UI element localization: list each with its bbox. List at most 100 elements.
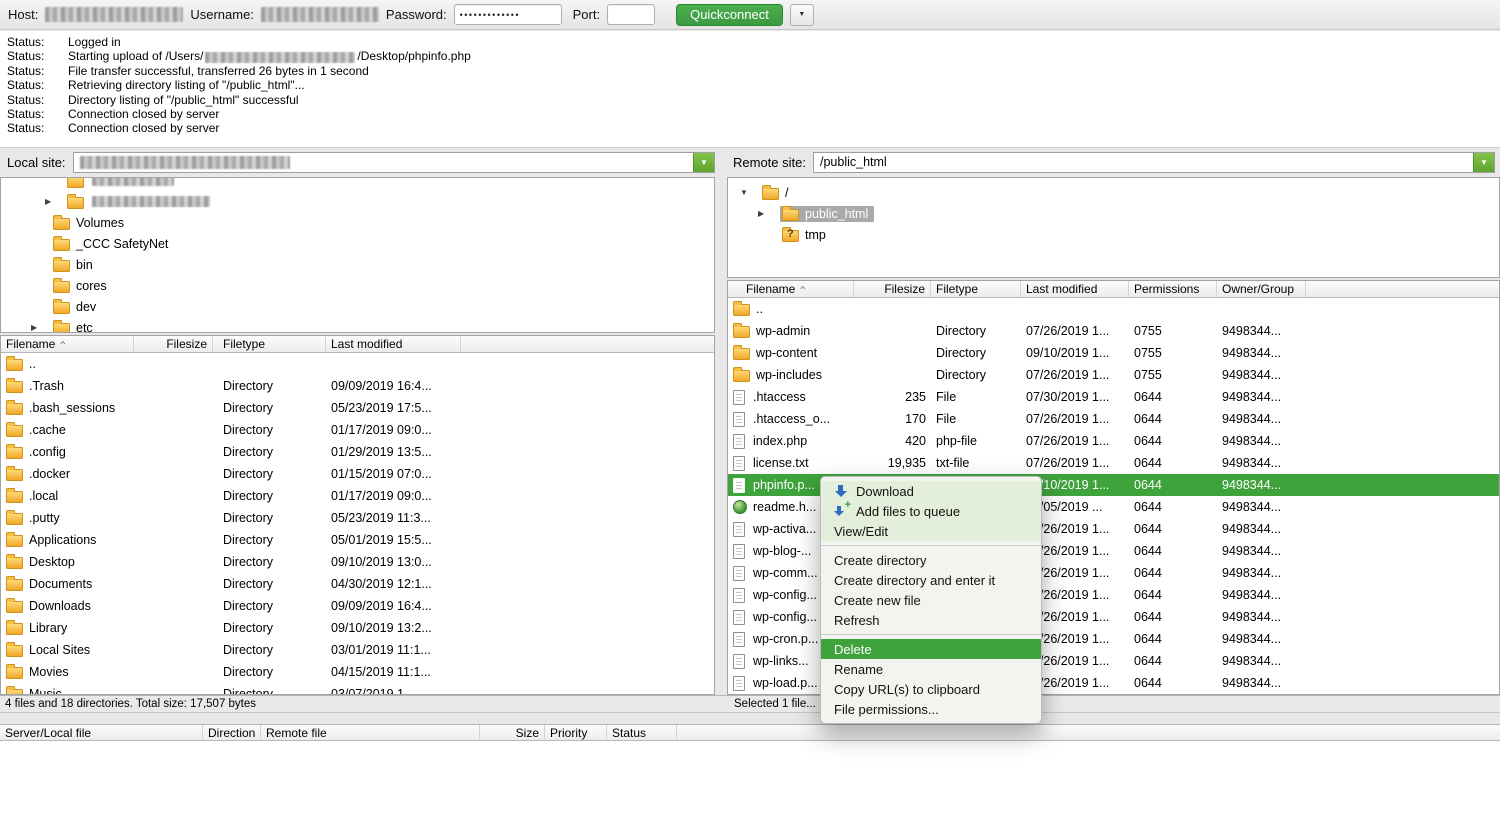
file-row[interactable]: .dockerDirectory01/15/2019 07:0... [1, 463, 714, 485]
file-row[interactable]: .localDirectory01/17/2019 09:0... [1, 485, 714, 507]
filesize-cell [134, 573, 213, 595]
tree-item-label: _CCC SafetyNet [76, 237, 168, 251]
file-row[interactable]: .configDirectory01/29/2019 13:5... [1, 441, 714, 463]
last-modified-cell: 09/10/2019 13:0... [326, 551, 461, 573]
owner-group-cell: 9498344... [1217, 452, 1306, 474]
column-header-filetype[interactable]: Filetype [213, 336, 326, 352]
menu-item-create-directory-and-enter-it[interactable]: Create directory and enter it [821, 570, 1041, 590]
tree-item[interactable]: _CCC SafetyNet [1, 233, 714, 254]
chevron-down-icon: ▼ [798, 11, 805, 18]
menu-item-create-directory[interactable]: Create directory [821, 550, 1041, 570]
file-row[interactable]: DocumentsDirectory04/30/2019 12:1... [1, 573, 714, 595]
local-site-dropdown-button[interactable]: ▼ [693, 153, 714, 172]
password-input[interactable] [454, 4, 562, 25]
filesize-cell [134, 529, 213, 551]
port-input[interactable] [607, 4, 655, 25]
file-row[interactable]: index.php420php-file07/26/2019 1...06449… [728, 430, 1499, 452]
menu-item-view-edit[interactable]: View/Edit [821, 521, 1041, 541]
tree-item[interactable]: ▶public_html [728, 203, 1499, 224]
file-row[interactable]: wp-includesDirectory07/26/2019 1...07559… [728, 364, 1499, 386]
file-row[interactable]: .puttyDirectory05/23/2019 11:3... [1, 507, 714, 529]
file-row[interactable]: .htaccess_o...170File07/26/2019 1...0644… [728, 408, 1499, 430]
file-row[interactable]: DownloadsDirectory09/09/2019 16:4... [1, 595, 714, 617]
tree-item[interactable] [1, 177, 714, 191]
menu-item-refresh[interactable]: Refresh [821, 610, 1041, 630]
file-row[interactable]: .TrashDirectory09/09/2019 16:4... [1, 375, 714, 397]
menu-item-rename[interactable]: Rename [821, 659, 1041, 679]
menu-item-download[interactable]: Download [821, 481, 1041, 501]
menu-item-label: Refresh [834, 613, 880, 628]
local-site-dropdown[interactable]: ▼ [73, 152, 715, 173]
file-row[interactable]: wp-adminDirectory07/26/2019 1...07559498… [728, 320, 1499, 342]
file-row[interactable]: .htaccess235File07/30/2019 1...064494983… [728, 386, 1499, 408]
owner-group-cell: 9498344... [1217, 672, 1306, 694]
tree-item[interactable]: dev [1, 296, 714, 317]
column-header-permissions[interactable]: Permissions [1129, 281, 1217, 297]
file-row[interactable]: wp-contentDirectory09/10/2019 1...075594… [728, 342, 1499, 364]
folder-icon [6, 425, 23, 437]
filename-label: wp-content [756, 346, 817, 360]
column-header-server-local-file[interactable]: Server/Local file [0, 725, 203, 740]
file-row[interactable]: LibraryDirectory09/10/2019 13:2... [1, 617, 714, 639]
column-header-last-modified[interactable]: Last modified [1021, 281, 1129, 297]
file-row[interactable]: .. [728, 298, 1499, 320]
file-row[interactable]: .bash_sessionsDirectory05/23/2019 17:5..… [1, 397, 714, 419]
column-header-owner-group[interactable]: Owner/Group [1217, 281, 1306, 297]
file-row[interactable]: DesktopDirectory09/10/2019 13:0... [1, 551, 714, 573]
filetype-cell: Directory [213, 419, 326, 441]
filetype-cell: txt-file [931, 452, 1021, 474]
status-line-message: Starting upload of /Users//Desktop/phpin… [68, 49, 471, 63]
folder-icon [6, 359, 23, 371]
tree-item[interactable]: bin [1, 254, 714, 275]
column-header-size[interactable]: Size [480, 725, 545, 740]
file-row[interactable]: .. [1, 353, 714, 375]
filename-label: .. [756, 302, 763, 316]
permissions-cell: 0644 [1129, 672, 1217, 694]
tree-item[interactable]: tmp [728, 224, 1499, 245]
file-row[interactable]: license.txt19,935txt-file07/26/2019 1...… [728, 452, 1499, 474]
host-input[interactable] [45, 7, 183, 22]
username-input[interactable] [261, 7, 379, 22]
column-header-status[interactable]: Status [607, 725, 677, 740]
tree-item[interactable]: cores [1, 275, 714, 296]
menu-item-delete[interactable]: Delete [821, 639, 1041, 659]
filesize-cell [134, 419, 213, 441]
file-row[interactable]: ApplicationsDirectory05/01/2019 15:5... [1, 529, 714, 551]
filetype-cell: Directory [213, 397, 326, 419]
tree-item[interactable]: ▶etc [1, 317, 714, 333]
column-header-filename[interactable]: Filename^ [728, 281, 854, 297]
menu-item-create-new-file[interactable]: Create new file [821, 590, 1041, 610]
quickconnect-dropdown-button[interactable]: ▼ [790, 4, 814, 26]
menu-item-file-permissions[interactable]: File permissions... [821, 699, 1041, 719]
file-row[interactable]: MoviesDirectory04/15/2019 11:1... [1, 661, 714, 683]
disclosure-triangle-icon[interactable]: ▶ [758, 209, 780, 218]
disclosure-triangle-icon[interactable]: ▶ [45, 197, 67, 206]
folder-icon [6, 601, 23, 613]
tree-item[interactable]: ▶ [1, 191, 714, 212]
owner-group-cell: 9498344... [1217, 650, 1306, 672]
column-header-last-modified[interactable]: Last modified [326, 336, 461, 352]
file-row[interactable]: Local SitesDirectory03/01/2019 11:1... [1, 639, 714, 661]
remote-site-dropdown[interactable]: /public_html ▼ [813, 152, 1495, 173]
column-header-direction[interactable]: Direction [203, 725, 261, 740]
column-header-filetype[interactable]: Filetype [931, 281, 1021, 297]
column-header-priority[interactable]: Priority [545, 725, 607, 740]
column-header-filename[interactable]: Filename^ [1, 336, 134, 352]
file-icon [733, 478, 745, 493]
quickconnect-button[interactable]: Quickconnect [676, 4, 783, 26]
filename-label: .docker [29, 467, 70, 481]
tree-item[interactable]: ▼/ [728, 182, 1499, 203]
file-row[interactable]: MusicDirectory03/07/2019 1... [1, 683, 714, 695]
disclosure-triangle-icon[interactable]: ▼ [740, 188, 762, 197]
remote-site-dropdown-button[interactable]: ▼ [1473, 153, 1494, 172]
column-header-filesize[interactable]: Filesize [854, 281, 931, 297]
column-header-filesize[interactable]: Filesize [134, 336, 213, 352]
file-row[interactable]: .cacheDirectory01/17/2019 09:0... [1, 419, 714, 441]
tree-item[interactable]: Volumes [1, 212, 714, 233]
owner-group-cell: 9498344... [1217, 628, 1306, 650]
menu-item-add-files-to-queue[interactable]: +Add files to queue [821, 501, 1041, 521]
filename-label: wp-config... [753, 588, 817, 602]
disclosure-triangle-icon[interactable]: ▶ [31, 323, 53, 332]
column-header-remote-file[interactable]: Remote file [261, 725, 480, 740]
menu-item-copy-url-s-to-clipboard[interactable]: Copy URL(s) to clipboard [821, 679, 1041, 699]
